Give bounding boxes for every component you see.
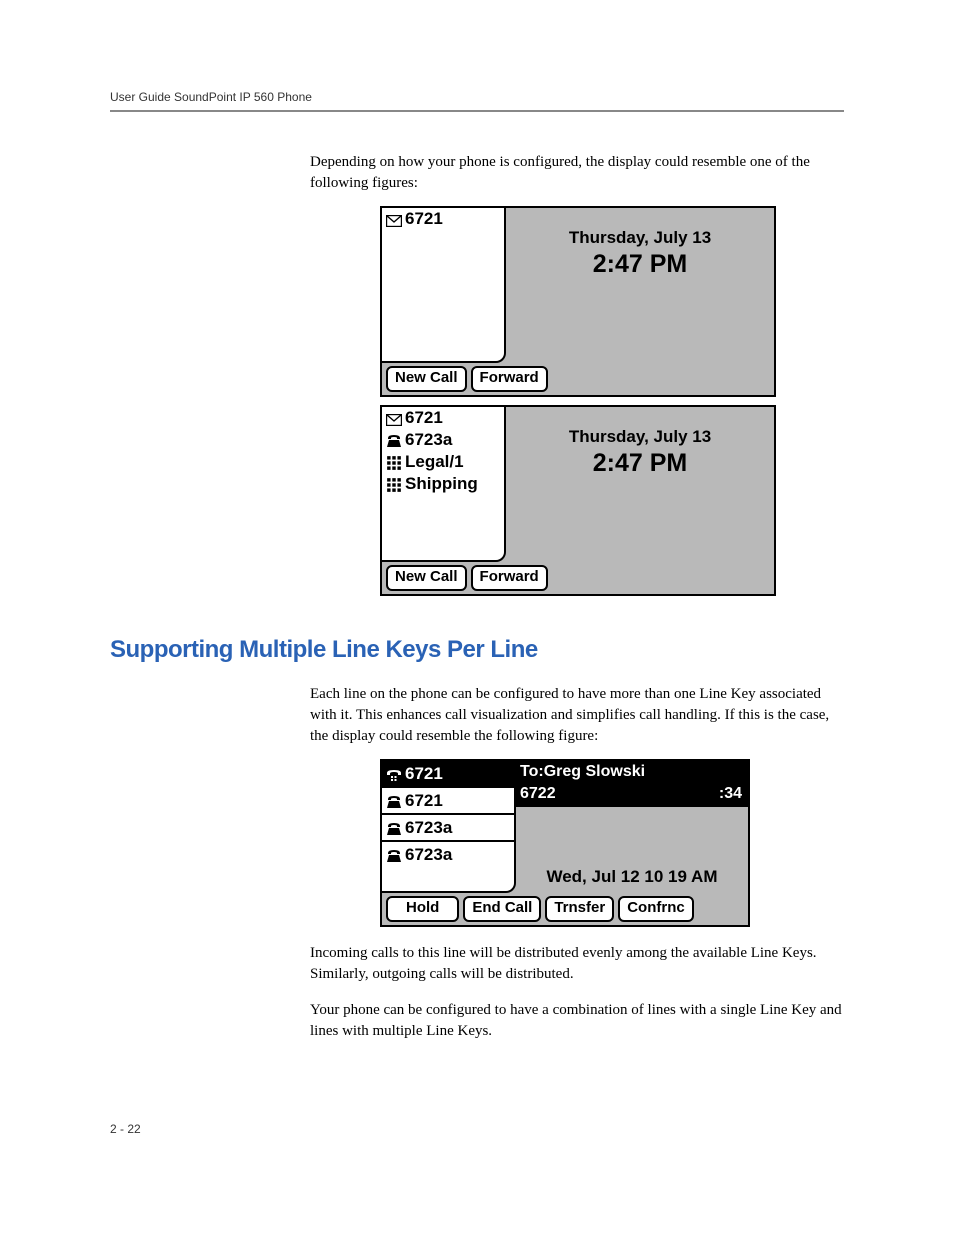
line-label: 6723a: [405, 845, 452, 865]
softkey-new-call[interactable]: New Call: [386, 366, 467, 392]
softkey-row: New Call Forward: [382, 363, 774, 395]
time-text: 2:47 PM: [506, 250, 774, 279]
handset-icon: [386, 767, 402, 781]
softkey-row: New Call Forward: [382, 562, 774, 594]
time-text: 2:47 PM: [506, 449, 774, 478]
softkey-forward[interactable]: Forward: [471, 366, 548, 392]
line-key: 6723a: [382, 815, 514, 842]
line-label: 6721: [405, 764, 443, 784]
envelope-icon: [386, 212, 402, 226]
phone-icon: [386, 794, 402, 808]
line-label: 6723a: [405, 818, 452, 838]
section-heading: Supporting Multiple Line Keys Per Line: [110, 636, 844, 664]
intro-paragraph: Depending on how your phone is configure…: [310, 152, 844, 194]
page-header: User Guide SoundPoint IP 560 Phone: [110, 90, 844, 112]
envelope-icon: [386, 411, 402, 425]
line-key: 6721: [382, 208, 504, 230]
line-sidebar: 6721 6723a Legal/1: [382, 407, 506, 562]
phone-icon: [386, 433, 402, 447]
page-number: 2 - 22: [110, 1122, 844, 1136]
softkey-end-call[interactable]: End Call: [463, 896, 541, 922]
line-label: Shipping: [405, 474, 478, 494]
line-sidebar: 6721: [382, 208, 506, 363]
datetime-area: Thursday, July 13 2:47 PM: [506, 208, 774, 363]
line-key: 6721: [382, 788, 514, 815]
softkey-new-call[interactable]: New Call: [386, 565, 467, 591]
figure-3: 6721 6721 6723a: [380, 759, 844, 927]
line-sidebar: 6721 6721 6723a: [382, 761, 516, 893]
phone-icon: [386, 821, 402, 835]
line-label: 6723a: [405, 430, 452, 450]
line-key: 6723a: [382, 429, 504, 451]
figure-1: 6721 Thursday, July 13 2:47 PM New Call …: [380, 206, 844, 397]
after-paragraph-1: Incoming calls to this line will be dist…: [310, 943, 844, 985]
date-text: Thursday, July 13: [506, 228, 774, 248]
line-key: Shipping: [382, 473, 504, 495]
active-call-box: To:Greg Slowski 6722 :34: [516, 761, 748, 807]
line-label: 6721: [405, 791, 443, 811]
phone-icon: [386, 848, 402, 862]
datetime-text: Wed, Jul 12 10 19 AM: [516, 863, 748, 893]
after-paragraph-2: Your phone can be configured to have a c…: [310, 1000, 844, 1042]
line-key: 6723a: [382, 842, 514, 867]
call-number: 6722: [520, 785, 556, 803]
line-label: Legal/1: [405, 452, 464, 472]
softkey-conference[interactable]: Confrnc: [618, 896, 694, 922]
line-label: 6721: [405, 408, 443, 428]
line-label: 6721: [405, 209, 443, 229]
grid-icon: [386, 477, 402, 491]
softkey-transfer[interactable]: Trnsfer: [545, 896, 614, 922]
line-key: 6721: [382, 407, 504, 429]
call-to-label: To:Greg Slowski: [520, 763, 645, 781]
softkey-hold[interactable]: Hold: [386, 896, 459, 922]
softkey-row: Hold End Call Trnsfer Confrnc: [382, 893, 748, 925]
grid-icon: [386, 455, 402, 469]
call-duration: :34: [719, 785, 742, 803]
section-paragraph: Each line on the phone can be configured…: [310, 684, 844, 747]
datetime-area: Thursday, July 13 2:47 PM: [506, 407, 774, 562]
line-key-active: 6721: [382, 761, 514, 788]
date-text: Thursday, July 13: [506, 427, 774, 447]
figure-2: 6721 6723a Legal/1: [380, 405, 844, 596]
line-key: Legal/1: [382, 451, 504, 473]
softkey-forward[interactable]: Forward: [471, 565, 548, 591]
